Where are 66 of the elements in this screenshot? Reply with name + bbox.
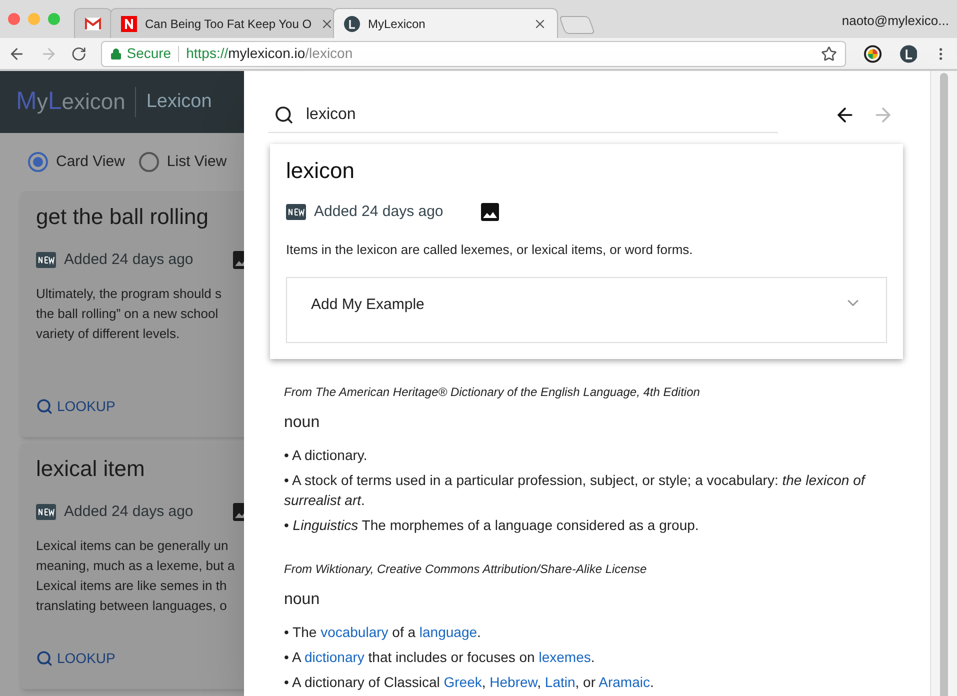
example-sentence: Items in the lexicon are called lexemes, or lexical items, or word forms. bbox=[286, 240, 694, 258]
card-text: Ultimately, the program should s bbox=[36, 284, 222, 303]
image-icon[interactable] bbox=[481, 203, 500, 222]
lookup-button[interactable]: LOOKUP bbox=[36, 648, 116, 669]
added-date: Added 24 days ago bbox=[64, 250, 194, 270]
new-icon bbox=[36, 504, 56, 520]
panel-title: Add My Example bbox=[311, 295, 424, 315]
added-date: Added 24 days ago bbox=[64, 502, 194, 522]
definition-link[interactable]: Hebrew bbox=[490, 674, 538, 690]
profile-avatar-icon[interactable] bbox=[900, 44, 918, 62]
card-title: get the ball rolling bbox=[36, 203, 210, 231]
tab-title: MyLexicon bbox=[368, 16, 426, 32]
bookmark-star-icon[interactable] bbox=[821, 46, 838, 62]
lock-icon bbox=[110, 48, 122, 60]
definition-link[interactable]: lexemes bbox=[538, 649, 591, 665]
add-example-panel[interactable]: Add My Example bbox=[286, 277, 887, 343]
new-icon bbox=[36, 252, 56, 268]
part-of-speech: noun bbox=[284, 413, 321, 433]
reload-icon[interactable] bbox=[71, 46, 87, 62]
search-icon bbox=[36, 398, 53, 415]
browser-tab[interactable]: Can Being Too Fat Keep You O bbox=[110, 8, 335, 38]
card-text: translating between languages, o bbox=[36, 596, 228, 615]
browser-tab[interactable] bbox=[74, 8, 112, 38]
entry-word: lexicon bbox=[286, 157, 356, 185]
definition-text: • A dictionary of Classical Greek, Hebrew, Latin, or Aramaic. bbox=[284, 673, 655, 692]
definition-text: • The vocabulary of a language. bbox=[284, 623, 482, 642]
section-title: Lexicon bbox=[146, 90, 212, 114]
scrollbar[interactable] bbox=[930, 71, 957, 696]
definition-link[interactable]: vocabulary bbox=[320, 624, 388, 640]
mail-icon bbox=[85, 16, 101, 30]
definition-text: • A stock of terms used in a particular profession, subject, or style; a vocabulary: the lexicon of surrealist art. bbox=[284, 471, 867, 510]
card-text: the ball rolling” on a new school bbox=[36, 304, 220, 323]
definition-link[interactable]: Aramaic bbox=[598, 674, 650, 690]
search-field[interactable]: lexicon bbox=[306, 100, 778, 130]
lookup-button[interactable]: LOOKUP bbox=[36, 396, 116, 417]
card-text: Lexical items are like semes in th bbox=[36, 576, 228, 594]
definition-text: • A dictionary that includes or focuses on lexemes. bbox=[284, 648, 596, 667]
url-text: https://mylexicon.io/lexicon bbox=[186, 44, 353, 63]
app-logo: MyLexicon bbox=[16, 86, 126, 118]
card-text: Lexical items can be generally un bbox=[36, 536, 230, 555]
profile-name[interactable]: naoto@mylexico... bbox=[842, 11, 949, 30]
definition-link[interactable]: language bbox=[419, 624, 478, 640]
search-icon bbox=[274, 104, 294, 124]
definition-text: • A dictionary. bbox=[284, 446, 368, 465]
app-logo-icon bbox=[344, 16, 360, 32]
address-bar[interactable]: Secure https://mylexicon.io/lexicon bbox=[100, 40, 846, 66]
part-of-speech: noun bbox=[284, 590, 321, 610]
browser-tab[interactable]: MyLexicon bbox=[333, 8, 558, 38]
news-icon bbox=[121, 16, 137, 32]
view-radio[interactable]: List View bbox=[138, 150, 227, 174]
definition-link[interactable]: Greek bbox=[444, 674, 482, 690]
added-date: Added 24 days ago bbox=[314, 202, 444, 222]
card-text: meaning, much as a lexeme, but a bbox=[36, 556, 236, 575]
tab-title: Can Being Too Fat Keep You O bbox=[145, 16, 312, 32]
definition-link[interactable]: Latin bbox=[544, 674, 576, 690]
view-radio[interactable]: Card View bbox=[28, 150, 125, 174]
extension-icon[interactable] bbox=[864, 44, 882, 62]
definition-text: • Linguistics The morphemes of a language considered as a group. bbox=[284, 516, 700, 535]
secure-label: Secure bbox=[126, 44, 172, 63]
search-icon bbox=[36, 650, 53, 667]
card-text: variety of different levels. bbox=[36, 324, 181, 343]
new-icon bbox=[286, 204, 306, 220]
card-title: lexical item bbox=[36, 455, 146, 483]
definition-link[interactable]: dictionary bbox=[304, 649, 364, 665]
source-attribution: From The American Heritage® Dictionary of the English Language, 4th Edition bbox=[284, 384, 701, 401]
source-attribution: From Wiktionary, Creative Commons Attribution/Share-Alike License bbox=[284, 561, 648, 578]
